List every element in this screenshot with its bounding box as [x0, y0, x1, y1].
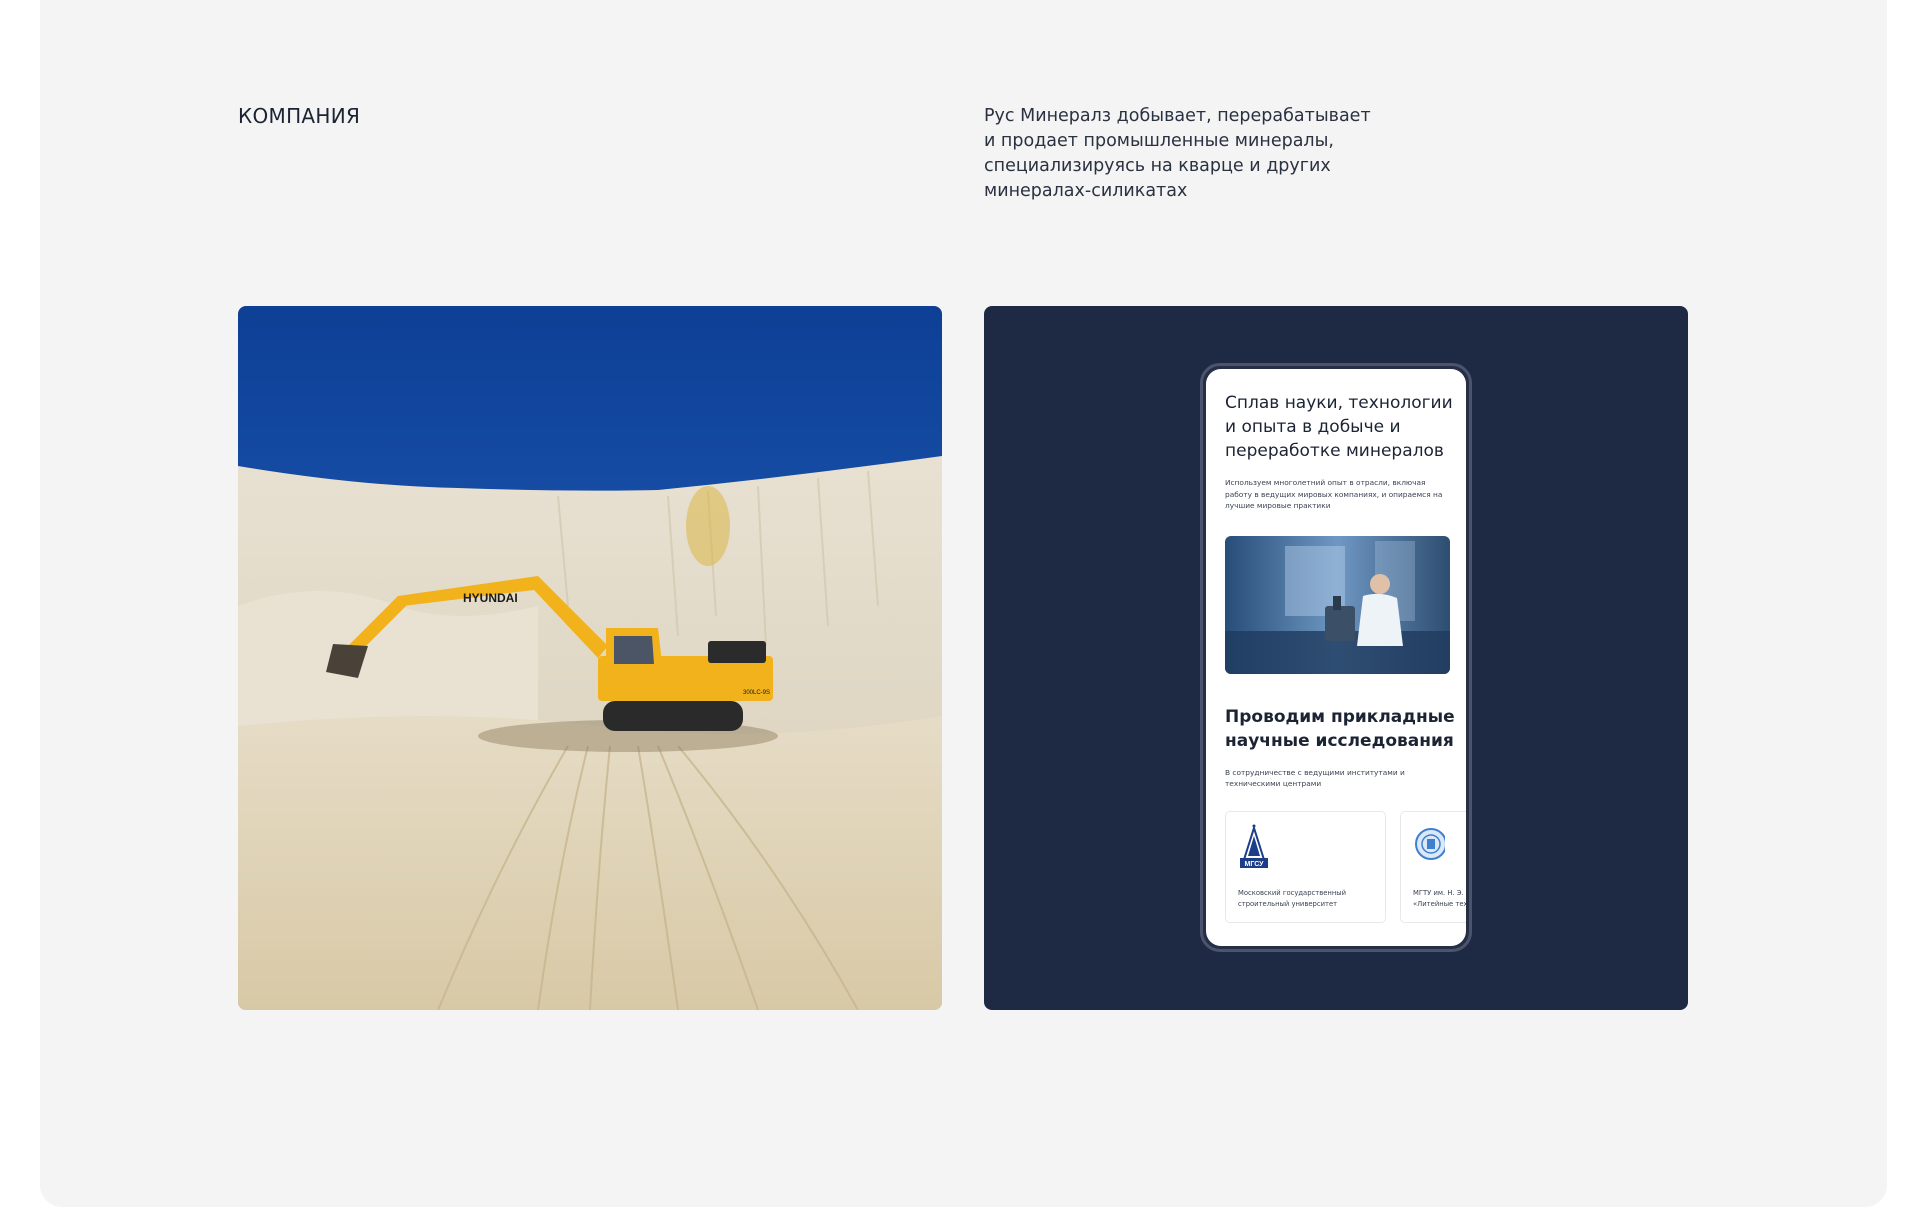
quarry-illustration: HYUNDAI 300LC-9S	[238, 306, 942, 1010]
phone-screen: Сплав науки, технологии и опыта в добыче…	[1206, 369, 1466, 946]
laboratory-photo	[1225, 535, 1450, 674]
bmstu-emblem-icon	[1415, 828, 1447, 860]
partner-caption-line: Московский государственный	[1238, 889, 1347, 897]
mobile-text-experience: Используем многолетний опыт в отрасли, в…	[1225, 478, 1443, 510]
phone-frame: Сплав науки, технологии и опыта в добыче…	[1200, 363, 1472, 952]
partner-caption-line: МГТУ им. Н. Э. Баумана	[1413, 889, 1466, 897]
quarry-photo: HYUNDAI 300LC-9S	[238, 306, 942, 1010]
section-label: КОМПАНИЯ	[238, 104, 361, 128]
excavator-model: 300LC-9S	[743, 690, 770, 696]
mobile-text-cooperation: В сотрудничестве с ведущими институтами …	[1225, 767, 1405, 789]
partners-carousel[interactable]: МГСУ Московский государственный строител…	[1225, 811, 1466, 923]
mobile-mockup-card: Сплав науки, технологии и опыта в добыче…	[984, 306, 1688, 1010]
mobile-heading-research: Проводим прикладные научные исследования	[1225, 706, 1455, 751]
mgsu-logo-icon: МГСУ	[1240, 824, 1268, 868]
partner-card-mgsu[interactable]: МГСУ Московский государственный строител…	[1225, 811, 1386, 923]
partner-caption-line: строительный университет	[1238, 899, 1338, 908]
mobile-heading-science: Сплав науки, технологии и опыта в добыче…	[1225, 393, 1453, 461]
intro-text: Рус Минералз добывает, перерабатывает и …	[984, 106, 1371, 201]
partner-card-bmstu[interactable]: МГТУ им. Н. Э. Баумана «Литейные техноло…	[1400, 811, 1466, 923]
partner-caption-line: «Литейные технологии»	[1413, 899, 1466, 908]
excavator-brand: HYUNDAI	[463, 591, 518, 605]
mgsu-logo-text: МГСУ	[1244, 861, 1264, 868]
lab-illustration	[1225, 535, 1450, 674]
